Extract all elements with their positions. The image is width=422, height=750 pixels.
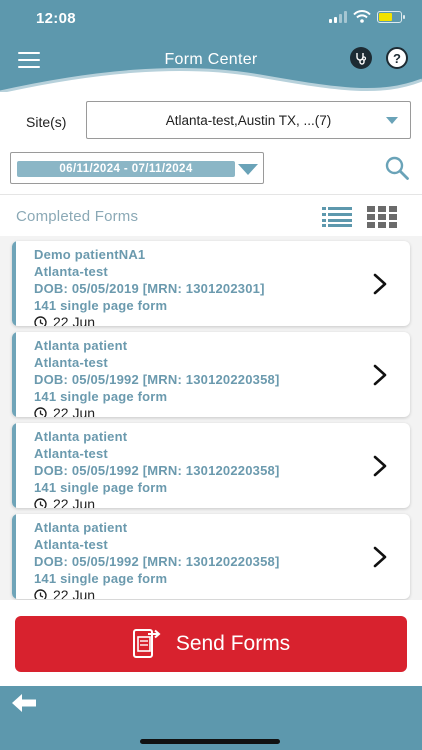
form-date: 22 Jun [34,314,265,326]
list-view-icon[interactable] [322,207,352,227]
form-date-text: 22 Jun [53,314,96,326]
forms-list[interactable]: Demo patientNA1 Atlanta-test DOB: 05/05/… [0,236,422,600]
form-name: 141 single page form [34,480,168,495]
form-date-text: 22 Jun [53,587,96,599]
dropdown-arrow-icon [238,164,258,175]
form-card[interactable]: Atlanta patient Atlanta-test DOB: 05/05/… [12,332,410,417]
patient-dob-mrn: DOB: 05/05/1992 [MRN: 130120220358] [34,554,280,569]
patient-dob-mrn: DOB: 05/05/1992 [MRN: 130120220358] [34,372,280,387]
site-name: Atlanta-test [34,355,108,370]
patient-name: Atlanta patient [34,520,128,535]
form-date: 22 Jun [34,496,279,508]
stethoscope-icon[interactable] [350,47,372,69]
chevron-right-icon[interactable] [372,273,388,295]
patient-dob-mrn: DOB: 05/05/2019 [MRN: 1301202301] [34,281,265,296]
help-icon[interactable]: ? [386,47,408,69]
form-name: 141 single page form [34,298,168,313]
form-date-text: 22 Jun [53,496,96,508]
site-name: Atlanta-test [34,537,108,552]
form-card[interactable]: Atlanta patient Atlanta-test DOB: 05/05/… [12,423,410,508]
form-card[interactable]: Demo patientNA1 Atlanta-test DOB: 05/05/… [12,241,410,326]
form-name: 141 single page form [34,389,168,404]
wifi-icon [353,10,371,23]
site-select-value: Atlanta-test,Austin TX, ...(7) [165,112,332,128]
battery-icon [377,10,405,23]
cellular-signal-icon [329,10,347,23]
form-card[interactable]: Atlanta patient Atlanta-test DOB: 05/05/… [12,514,410,599]
app-header: 12:08 Form Center ? [0,0,422,92]
date-range-select[interactable]: 06/11/2024 - 07/11/2024 [10,152,264,184]
clock-icon [34,316,47,326]
send-forms-label: Send Forms [175,632,291,655]
form-date-text: 22 Jun [53,405,96,417]
home-indicator [140,739,280,744]
bottom-bar [0,686,422,750]
back-arrow-icon[interactable] [12,694,36,712]
clock-icon [34,498,47,508]
patient-name: Demo patientNA1 [34,247,146,262]
patient-name: Atlanta patient [34,429,128,444]
site-label: Site(s) [26,114,67,130]
form-date: 22 Jun [34,405,279,417]
patient-dob-mrn: DOB: 05/05/1992 [MRN: 130120220358] [34,463,280,478]
send-forms-icon [132,629,161,658]
section-title: Completed Forms [16,208,139,225]
clock-icon [34,589,47,599]
search-icon[interactable] [384,155,410,181]
chevron-right-icon[interactable] [372,455,388,477]
site-select[interactable]: Atlanta-test,Austin TX, ...(7) [86,101,411,139]
status-time: 12:08 [36,10,76,27]
send-forms-button[interactable]: Send Forms [15,616,407,672]
form-name: 141 single page form [34,571,168,586]
date-range-value: 06/11/2024 - 07/11/2024 [17,161,235,177]
chevron-right-icon[interactable] [372,546,388,568]
status-icons [329,10,405,23]
forms-section-header: Completed Forms [0,194,422,236]
clock-icon [34,407,47,417]
grid-view-icon[interactable] [367,206,397,228]
site-name: Atlanta-test [34,446,108,461]
chevron-right-icon[interactable] [372,364,388,386]
form-date: 22 Jun [34,587,279,599]
patient-name: Atlanta patient [34,338,128,353]
site-name: Atlanta-test [34,264,108,279]
dropdown-arrow-icon [386,117,398,124]
